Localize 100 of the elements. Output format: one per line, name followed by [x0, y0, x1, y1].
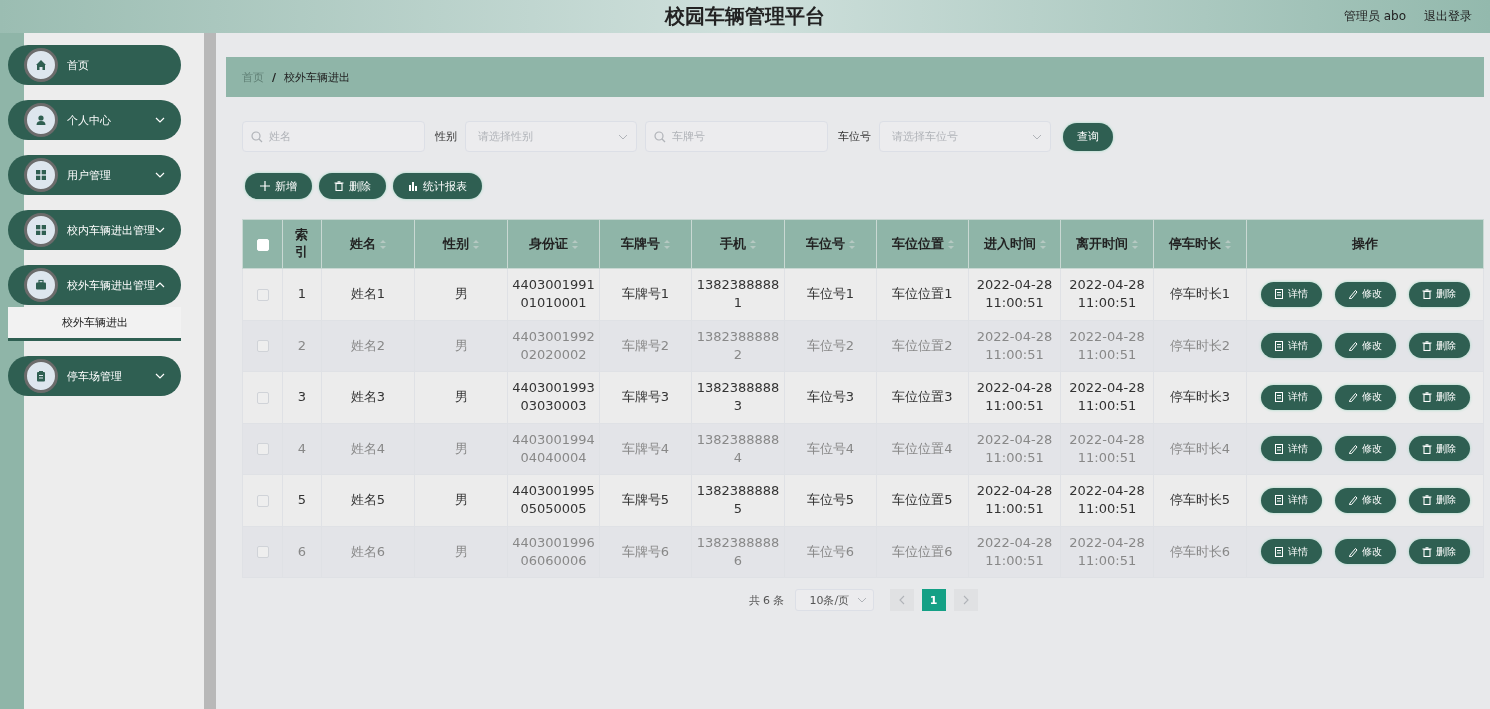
- menu-item[interactable]: 首页: [8, 45, 181, 85]
- briefcase-icon: [35, 279, 47, 291]
- edit-button[interactable]: 修改: [1334, 333, 1396, 359]
- menu-item[interactable]: 校内车辆进出管理: [8, 210, 181, 250]
- detail-button[interactable]: 详情: [1260, 436, 1322, 462]
- column-header[interactable]: 车位号: [806, 235, 855, 253]
- pencil-icon: [1348, 443, 1358, 454]
- table-cell: 车位位置1: [892, 286, 953, 302]
- table-cell: 2022-04-28 11:00:51: [1069, 328, 1145, 362]
- column-header[interactable]: 身份证: [529, 235, 578, 253]
- table-cell: 停车时长4: [1169, 440, 1231, 456]
- add-button[interactable]: 新增: [245, 173, 312, 199]
- delete-button[interactable]: 删除: [1408, 487, 1470, 513]
- detail-button[interactable]: 详情: [1260, 281, 1322, 307]
- column-header[interactable]: 手机: [720, 235, 756, 253]
- table-cell: 1: [297, 286, 307, 302]
- document-icon: [1274, 443, 1284, 454]
- table-cell: 车位号4: [806, 440, 855, 456]
- sort-icon: [380, 239, 386, 249]
- table-cell: 2022-04-28 11:00:51: [1069, 380, 1145, 414]
- delete-button[interactable]: 删除: [1408, 281, 1470, 307]
- checkbox[interactable]: [256, 546, 269, 559]
- trash-icon: [1422, 392, 1432, 403]
- table-cell: 2022-04-28 11:00:51: [1069, 277, 1145, 311]
- breadcrumb-current: 校外车辆进出: [284, 69, 351, 85]
- table-cell: 440300199202020002: [512, 328, 595, 362]
- table-cell: 440300199505050005: [512, 483, 595, 517]
- pencil-icon: [1348, 546, 1358, 557]
- checkbox[interactable]: [256, 288, 269, 301]
- detail-button[interactable]: 详情: [1260, 333, 1322, 359]
- table-cell: 13823888886: [696, 534, 780, 568]
- delete-button[interactable]: 删除: [1408, 333, 1470, 359]
- table-cell: 男: [454, 440, 468, 456]
- table-cell: 男: [454, 543, 468, 559]
- edit-button[interactable]: 修改: [1334, 487, 1396, 513]
- table-cell: 停车时长3: [1169, 389, 1231, 405]
- sort-icon: [849, 239, 855, 249]
- user-name: 管理员 abo: [1343, 8, 1406, 25]
- menu-item[interactable]: 个人中心: [8, 100, 181, 140]
- column-header[interactable]: 姓名: [350, 235, 386, 253]
- table-cell: 440300199404040004: [512, 431, 595, 465]
- table-cell: 车位号2: [806, 337, 855, 353]
- table-cell: 车牌号3: [621, 389, 670, 405]
- detail-button[interactable]: 详情: [1260, 384, 1322, 410]
- menu-item[interactable]: 校外车辆进出管理: [8, 265, 181, 305]
- logout-link[interactable]: 退出登录: [1424, 8, 1472, 25]
- table-cell: 2022-04-28 11:00:51: [976, 380, 1053, 414]
- previous-page-button[interactable]: [889, 589, 914, 611]
- table-cell: 13823888885: [696, 483, 780, 517]
- page-size-select[interactable]: 10条/页: [794, 589, 874, 611]
- chevron-down-icon: [155, 170, 165, 180]
- search-icon: [251, 130, 263, 143]
- field-label: 性别: [435, 129, 457, 144]
- detail-button[interactable]: 详情: [1260, 487, 1322, 513]
- detail-button[interactable]: 详情: [1260, 539, 1322, 565]
- menu-item[interactable]: 停车场管理: [8, 356, 181, 396]
- menu-item[interactable]: 用户管理: [8, 155, 181, 195]
- delete-button[interactable]: 删除: [1408, 436, 1470, 462]
- table-cell: 姓名3: [350, 389, 386, 405]
- home-icon: [35, 59, 47, 71]
- column-header[interactable]: 性别: [443, 235, 479, 253]
- delete-button[interactable]: 删除: [1408, 384, 1470, 410]
- submenu-item[interactable]: 校外车辆进出: [8, 307, 181, 341]
- table-cell: 男: [454, 389, 468, 405]
- pencil-icon: [1348, 392, 1358, 403]
- edit-button[interactable]: 修改: [1334, 436, 1396, 462]
- edit-button[interactable]: 修改: [1334, 281, 1396, 307]
- document-icon: [1274, 495, 1284, 506]
- next-page-button[interactable]: [953, 589, 978, 611]
- table-cell: 车牌号2: [621, 337, 670, 353]
- delete-button[interactable]: 删除: [1408, 539, 1470, 565]
- table-cell: 姓名2: [350, 337, 386, 353]
- sort-icon: [473, 239, 479, 249]
- chart-button[interactable]: 统计报表: [393, 173, 482, 199]
- document-icon: [1274, 340, 1284, 351]
- checkbox[interactable]: [256, 340, 269, 353]
- query-button[interactable]: 查询: [1063, 122, 1113, 151]
- search-icon: [654, 130, 666, 143]
- sort-icon: [664, 239, 670, 249]
- table-cell: 车位位置2: [892, 337, 953, 353]
- clipboard-icon: [35, 370, 47, 382]
- checkbox[interactable]: [256, 494, 269, 507]
- edit-button[interactable]: 修改: [1334, 539, 1396, 565]
- document-icon: [1274, 289, 1284, 300]
- table-cell: 2022-04-28 11:00:51: [976, 534, 1053, 568]
- table-cell: 姓名1: [350, 286, 386, 302]
- table-cell: 4: [297, 440, 307, 456]
- column-header[interactable]: 操作: [1352, 235, 1378, 253]
- trash-icon: [1422, 546, 1432, 557]
- sort-icon: [1132, 239, 1138, 249]
- table-cell: 停车时长5: [1169, 492, 1231, 508]
- checkbox[interactable]: [256, 391, 269, 404]
- table-cell: 5: [297, 492, 307, 508]
- delete-button[interactable]: 删除: [319, 173, 386, 199]
- table-cell: 停车时长2: [1169, 337, 1231, 353]
- edit-button[interactable]: 修改: [1334, 384, 1396, 410]
- column-header[interactable]: 车牌号: [621, 235, 670, 253]
- table-cell: 2022-04-28 11:00:51: [976, 277, 1053, 311]
- table-cell: 车位号3: [806, 389, 855, 405]
- checkbox[interactable]: [256, 443, 269, 456]
